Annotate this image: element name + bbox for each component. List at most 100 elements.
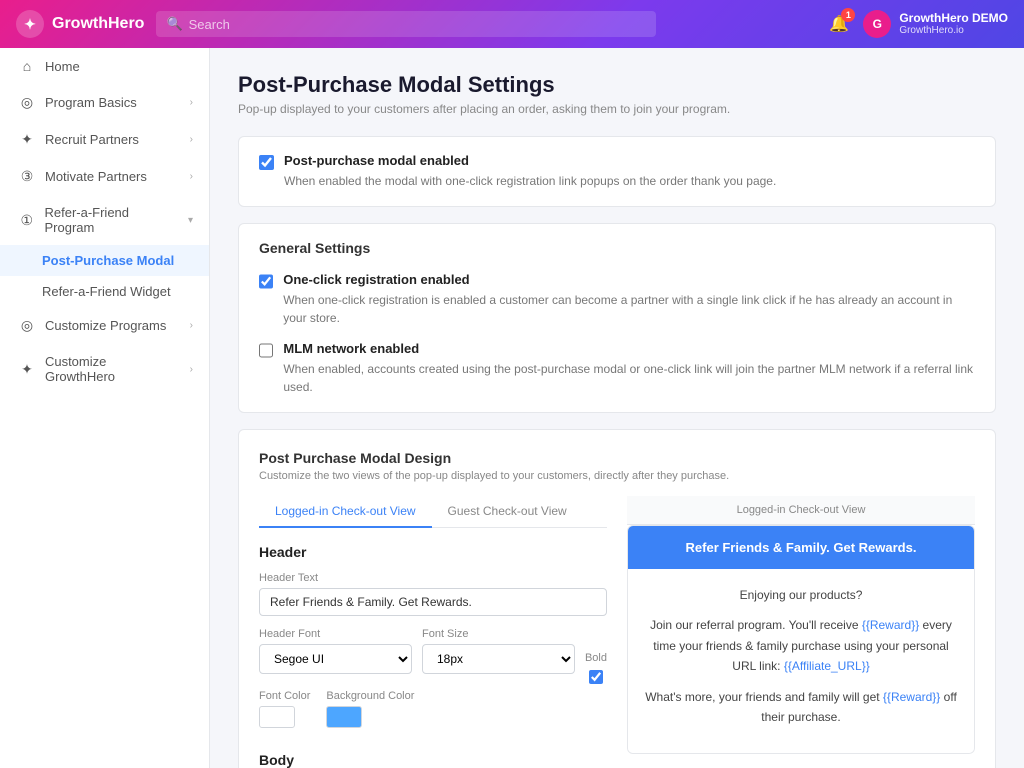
tab-logged-in[interactable]: Logged-in Check-out View bbox=[259, 496, 432, 528]
font-size-label: Font Size bbox=[422, 628, 575, 640]
sidebar-item-label: Refer-a-Friend Program bbox=[44, 205, 177, 235]
design-section-title: Post Purchase Modal Design bbox=[259, 450, 975, 466]
chevron-right-icon: › bbox=[190, 364, 193, 375]
sidebar-item-customize-programs[interactable]: ◎ Customize Programs › bbox=[0, 307, 209, 344]
sidebar-item-home[interactable]: ⌂ Home bbox=[0, 48, 209, 84]
search-input[interactable] bbox=[189, 17, 647, 32]
reward1-link: {{Reward}} bbox=[862, 618, 919, 632]
user-info[interactable]: G GrowthHero DEMO GrowthHero.io bbox=[863, 10, 1008, 38]
sidebar-item-program-basics[interactable]: ◎ Program Basics › bbox=[0, 84, 209, 121]
sidebar-item-post-purchase-modal[interactable]: Post-Purchase Modal bbox=[0, 245, 209, 276]
topnav-right: 🔔 1 G GrowthHero DEMO GrowthHero.io bbox=[829, 10, 1008, 38]
design-section: Post Purchase Modal Design Customize the… bbox=[238, 429, 996, 768]
refer-icon: ① bbox=[19, 212, 34, 229]
modal-enabled-checkbox[interactable] bbox=[259, 155, 274, 170]
modal-enabled-desc: When enabled the modal with one-click re… bbox=[284, 172, 776, 190]
bg-color-swatch[interactable] bbox=[326, 706, 362, 728]
header-text-label: Header Text bbox=[259, 572, 607, 584]
logo[interactable]: ✦ GrowthHero bbox=[16, 10, 144, 38]
sidebar-item-label: Recruit Partners bbox=[45, 132, 139, 147]
font-size-select[interactable]: 18px bbox=[422, 644, 575, 674]
bg-color-field: Background Color bbox=[326, 690, 414, 728]
font-size-field: Font Size 18px bbox=[422, 628, 575, 674]
recruit-icon: ✦ bbox=[19, 131, 35, 148]
preview-card: Refer Friends & Family. Get Rewards. Enj… bbox=[627, 525, 975, 754]
design-section-sub: Customize the two views of the pop-up di… bbox=[259, 470, 975, 482]
mlm-row: MLM network enabled When enabled, accoun… bbox=[259, 341, 975, 396]
notification-button[interactable]: 🔔 1 bbox=[829, 14, 849, 34]
motivate-icon: ③ bbox=[19, 168, 35, 185]
customize-programs-icon: ◎ bbox=[19, 317, 35, 334]
customize-gh-icon: ✦ bbox=[19, 361, 35, 378]
affiliate-url-link: {{Affiliate_URL}} bbox=[784, 659, 870, 673]
search-bar[interactable]: 🔍 bbox=[156, 11, 656, 37]
reward2-link: {{Reward}} bbox=[883, 690, 940, 704]
sidebar-item-label: Customize GrowthHero bbox=[45, 354, 180, 384]
top-navigation: ✦ GrowthHero 🔍 🔔 1 G GrowthHero DEMO Gro… bbox=[0, 0, 1024, 48]
one-click-desc: When one-click registration is enabled a… bbox=[283, 291, 975, 327]
sidebar-item-label: Customize Programs bbox=[45, 318, 166, 333]
bg-color-label: Background Color bbox=[326, 690, 414, 702]
sidebar-item-label: Home bbox=[45, 59, 80, 74]
page-title: Post-Purchase Modal Settings bbox=[238, 72, 996, 98]
avatar: G bbox=[863, 10, 891, 38]
sidebar-item-refer-friend-widget[interactable]: Refer-a-Friend Widget bbox=[0, 276, 209, 307]
sidebar-item-motivate-partners[interactable]: ③ Motivate Partners › bbox=[0, 158, 209, 195]
sidebar-item-label: Motivate Partners bbox=[45, 169, 147, 184]
main-content: Post-Purchase Modal Settings Pop-up disp… bbox=[210, 48, 1024, 768]
chevron-right-icon: › bbox=[190, 134, 193, 145]
mlm-label: MLM network enabled bbox=[283, 341, 975, 356]
logo-text: GrowthHero bbox=[52, 15, 144, 33]
body-section-title: Body bbox=[259, 752, 607, 768]
font-color-swatch[interactable] bbox=[259, 706, 295, 728]
sidebar-subitem-label: Post-Purchase Modal bbox=[42, 253, 174, 268]
modal-enabled-text: Post-purchase modal enabled When enabled… bbox=[284, 153, 776, 190]
preview-p2: Join our referral program. You'll receiv… bbox=[644, 615, 958, 676]
preview-panel: Logged-in Check-out View Refer Friends &… bbox=[627, 496, 975, 768]
color-row: Font Color Background Color bbox=[259, 690, 607, 728]
logo-icon: ✦ bbox=[16, 10, 44, 38]
sidebar-submenu: Post-Purchase Modal Refer-a-Friend Widge… bbox=[0, 245, 209, 307]
general-settings-title: General Settings bbox=[259, 240, 975, 256]
tab-guest[interactable]: Guest Check-out View bbox=[432, 496, 583, 528]
user-text: GrowthHero DEMO GrowthHero.io bbox=[899, 11, 1008, 37]
one-click-row: One-click registration enabled When one-… bbox=[259, 272, 975, 327]
preview-p1: Enjoying our products? bbox=[644, 585, 958, 605]
one-click-checkbox[interactable] bbox=[259, 274, 273, 289]
modal-enabled-card: Post-purchase modal enabled When enabled… bbox=[238, 136, 996, 207]
program-basics-icon: ◎ bbox=[19, 94, 35, 111]
main-layout: ⌂ Home ◎ Program Basics › ✦ Recruit Part… bbox=[0, 48, 1024, 768]
header-text-field: Header Text bbox=[259, 572, 607, 616]
font-row: Header Font Segoe UI Font Size 18px bbox=[259, 628, 607, 686]
sidebar-item-refer-friend[interactable]: ① Refer-a-Friend Program ▾ bbox=[0, 195, 209, 245]
mlm-text: MLM network enabled When enabled, accoun… bbox=[283, 341, 975, 396]
modal-enabled-label: Post-purchase modal enabled bbox=[284, 153, 776, 168]
chevron-right-icon: › bbox=[190, 320, 193, 331]
header-text-input[interactable] bbox=[259, 588, 607, 616]
search-icon: 🔍 bbox=[166, 16, 182, 32]
page-subtitle: Pop-up displayed to your customers after… bbox=[238, 102, 996, 116]
sidebar-item-label: Program Basics bbox=[45, 95, 137, 110]
sidebar-subitem-label: Refer-a-Friend Widget bbox=[42, 284, 171, 299]
preview-body: Enjoying our products? Join our referral… bbox=[628, 569, 974, 753]
one-click-label: One-click registration enabled bbox=[283, 272, 975, 287]
chevron-right-icon: › bbox=[190, 171, 193, 182]
user-site: GrowthHero.io bbox=[899, 25, 1008, 37]
mlm-desc: When enabled, accounts created using the… bbox=[283, 360, 975, 396]
header-font-label: Header Font bbox=[259, 628, 412, 640]
user-name: GrowthHero DEMO bbox=[899, 11, 1008, 25]
mlm-checkbox[interactable] bbox=[259, 343, 273, 358]
sidebar-item-customize-growthhero[interactable]: ✦ Customize GrowthHero › bbox=[0, 344, 209, 394]
design-form: Logged-in Check-out View Guest Check-out… bbox=[259, 496, 607, 768]
bold-checkbox[interactable] bbox=[589, 670, 603, 684]
design-tabs: Logged-in Check-out View Guest Check-out… bbox=[259, 496, 607, 528]
notification-badge: 1 bbox=[841, 8, 855, 22]
bold-label: Bold bbox=[585, 652, 607, 664]
header-font-select[interactable]: Segoe UI bbox=[259, 644, 412, 674]
sidebar-item-recruit-partners[interactable]: ✦ Recruit Partners › bbox=[0, 121, 209, 158]
font-color-field: Font Color bbox=[259, 690, 310, 728]
chevron-down-icon: ▾ bbox=[188, 215, 193, 226]
home-icon: ⌂ bbox=[19, 58, 35, 74]
preview-header: Refer Friends & Family. Get Rewards. bbox=[628, 526, 974, 569]
header-section-title: Header bbox=[259, 544, 607, 560]
